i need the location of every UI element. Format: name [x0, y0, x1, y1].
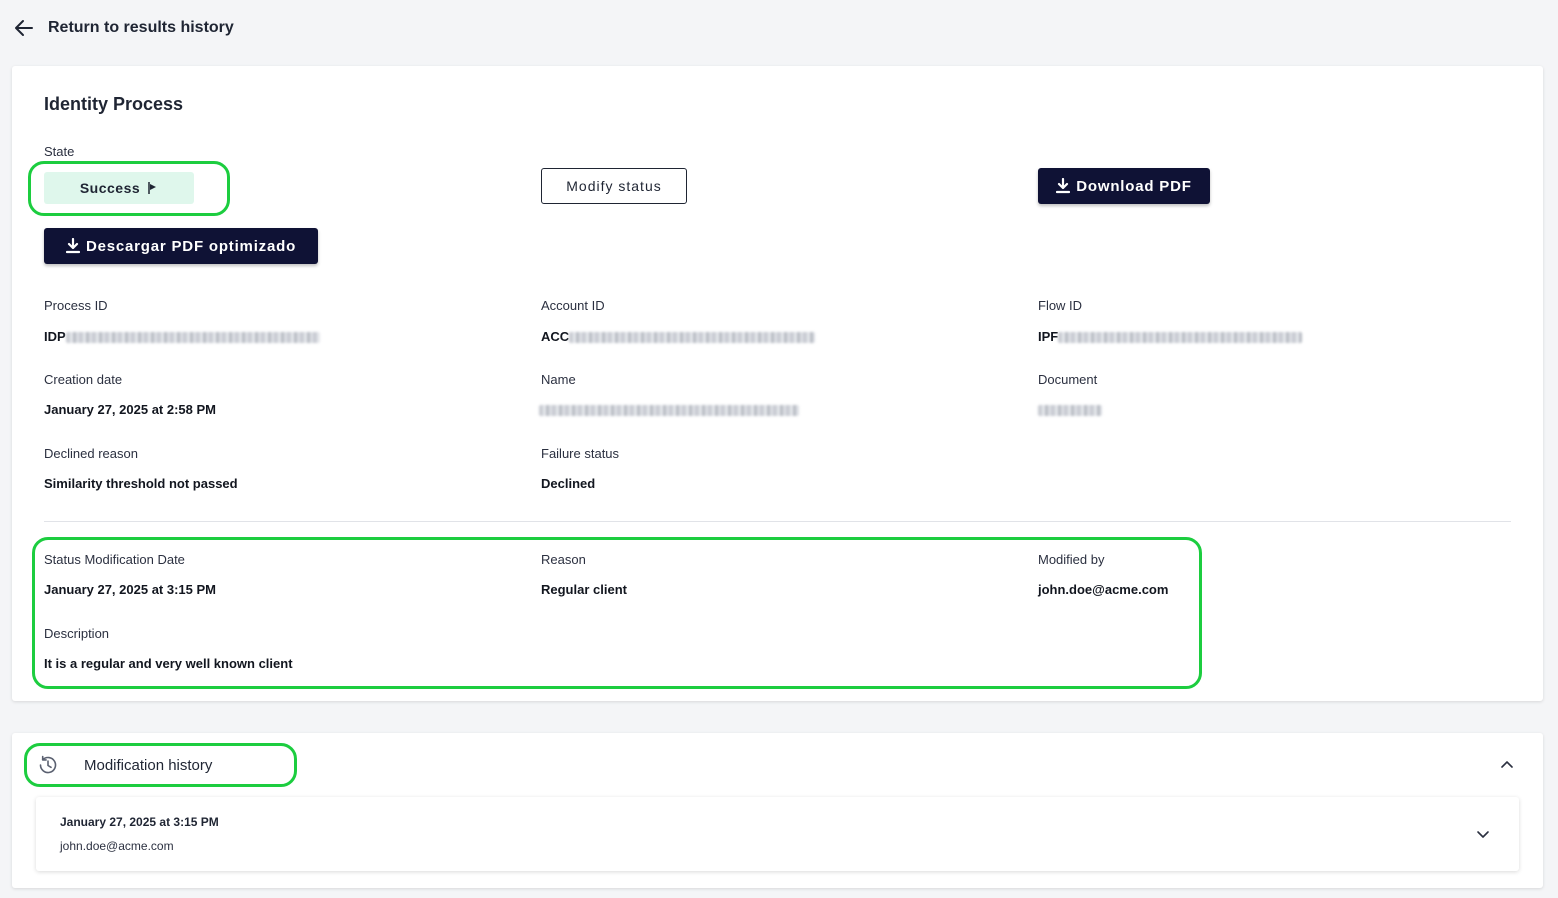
- back-link-label: Return to results history: [48, 19, 234, 36]
- modified-by-label: Modified by: [1038, 552, 1105, 567]
- status-badge: Success: [44, 172, 194, 204]
- history-item-date: January 27, 2025 at 3:15 PM: [60, 815, 219, 829]
- download-icon: [1056, 178, 1071, 194]
- failure-status-label: Failure status: [541, 446, 620, 461]
- name-value: [539, 402, 799, 417]
- download-optimized-label: Descargar PDF optimizado: [85, 237, 297, 255]
- modified-by-value: john.doe@acme.com: [1038, 582, 1169, 597]
- redacted-value: [569, 332, 816, 344]
- description-label: Description: [44, 626, 110, 641]
- declined-reason-value: Similarity threshold not passed: [44, 476, 238, 491]
- creation-date-label: Creation date: [44, 372, 123, 387]
- redacted-value: [1038, 405, 1102, 417]
- reason-value: Regular client: [541, 582, 627, 597]
- download-pdf-button[interactable]: Download PDF: [1038, 168, 1210, 204]
- process-id-label: Process ID: [44, 298, 108, 313]
- state-label: State: [44, 144, 75, 159]
- modify-status-button[interactable]: Modify status: [541, 168, 687, 204]
- back-to-results-link[interactable]: Return to results history: [14, 18, 234, 38]
- flow-id-label: Flow ID: [1038, 298, 1083, 313]
- name-label: Name: [541, 372, 576, 387]
- download-icon: [65, 238, 80, 254]
- modification-history-header[interactable]: Modification history: [36, 753, 212, 777]
- redacted-value: [1058, 332, 1303, 344]
- account-id-label: Account ID: [541, 298, 605, 313]
- redacted-value: [65, 332, 320, 344]
- download-pdf-label: Download PDF: [1076, 177, 1192, 195]
- download-optimized-pdf-button[interactable]: Descargar PDF optimizado: [44, 228, 318, 264]
- history-icon: [39, 755, 57, 774]
- modification-history-title: Modification history: [84, 756, 213, 774]
- chevron-up-icon[interactable]: [1499, 757, 1515, 773]
- redacted-value: [539, 405, 799, 417]
- declined-reason-label: Declined reason: [44, 446, 138, 461]
- failure-status-value: Declined: [541, 476, 596, 491]
- modification-history-panel: Modification history January 27, 2025 at…: [12, 733, 1543, 888]
- arrow-left-icon: [15, 20, 33, 36]
- history-item-user: john.doe@acme.com: [60, 839, 174, 853]
- status-modification-date-value: January 27, 2025 at 3:15 PM: [44, 582, 216, 597]
- history-list-item[interactable]: January 27, 2025 at 3:15 PM john.doe@acm…: [36, 797, 1519, 871]
- flag-icon: [148, 182, 157, 194]
- flow-id-value: IPF: [1038, 329, 1303, 344]
- process-id-value: IDP: [44, 329, 320, 344]
- creation-date-value: January 27, 2025 at 2:58 PM: [44, 402, 216, 417]
- identity-process-card: Identity Process State Success Modify st…: [12, 66, 1543, 701]
- reason-label: Reason: [541, 552, 586, 567]
- divider: [44, 521, 1511, 522]
- page-title: Identity Process: [44, 94, 184, 114]
- chevron-down-icon[interactable]: [1475, 826, 1491, 842]
- document-value: [1038, 402, 1102, 417]
- status-modification-date-label: Status Modification Date: [44, 552, 185, 567]
- description-value: It is a regular and very well known clie…: [44, 656, 293, 671]
- account-id-value: ACC: [541, 329, 816, 344]
- status-badge-text: Success: [79, 180, 141, 196]
- document-label: Document: [1038, 372, 1098, 387]
